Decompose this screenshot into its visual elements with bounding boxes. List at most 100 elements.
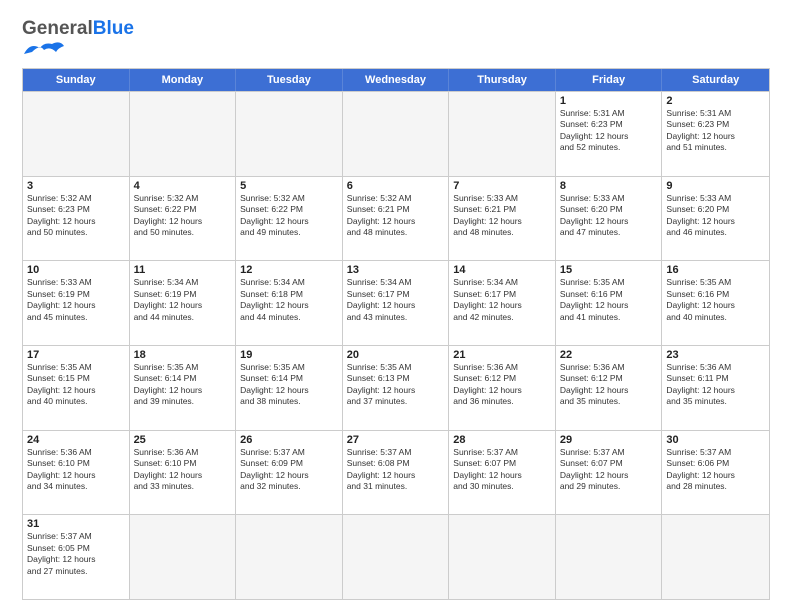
day-info: Sunrise: 5:36 AM Sunset: 6:11 PM Dayligh… [666,362,765,408]
calendar-row-3: 10Sunrise: 5:33 AM Sunset: 6:19 PM Dayli… [23,260,769,345]
day-info: Sunrise: 5:37 AM Sunset: 6:09 PM Dayligh… [240,447,338,493]
calendar-cell: 7Sunrise: 5:33 AM Sunset: 6:21 PM Daylig… [449,177,556,261]
day-info: Sunrise: 5:37 AM Sunset: 6:06 PM Dayligh… [666,447,765,493]
day-info: Sunrise: 5:37 AM Sunset: 6:07 PM Dayligh… [560,447,658,493]
logo-blue: Blue [93,18,134,40]
day-info: Sunrise: 5:35 AM Sunset: 6:15 PM Dayligh… [27,362,125,408]
day-number: 10 [27,264,125,276]
day-number: 16 [666,264,765,276]
calendar-cell: 3Sunrise: 5:32 AM Sunset: 6:23 PM Daylig… [23,177,130,261]
calendar-cell: 22Sunrise: 5:36 AM Sunset: 6:12 PM Dayli… [556,346,663,430]
calendar-cell: 29Sunrise: 5:37 AM Sunset: 6:07 PM Dayli… [556,431,663,515]
day-info: Sunrise: 5:33 AM Sunset: 6:20 PM Dayligh… [666,193,765,239]
calendar-cell: 28Sunrise: 5:37 AM Sunset: 6:07 PM Dayli… [449,431,556,515]
calendar-cell: 8Sunrise: 5:33 AM Sunset: 6:20 PM Daylig… [556,177,663,261]
day-info: Sunrise: 5:32 AM Sunset: 6:22 PM Dayligh… [134,193,232,239]
day-number: 24 [27,434,125,446]
day-number: 2 [666,95,765,107]
day-number: 12 [240,264,338,276]
day-number: 27 [347,434,445,446]
day-info: Sunrise: 5:34 AM Sunset: 6:18 PM Dayligh… [240,277,338,323]
header: General Blue [22,18,770,60]
day-header-thursday: Thursday [449,69,556,91]
day-number: 17 [27,349,125,361]
page: General Blue SundayMondayTuesdayWednesda… [0,0,792,612]
logo: General Blue [22,18,134,60]
day-info: Sunrise: 5:33 AM Sunset: 6:19 PM Dayligh… [27,277,125,323]
day-header-saturday: Saturday [662,69,769,91]
calendar-row-6: 31Sunrise: 5:37 AM Sunset: 6:05 PM Dayli… [23,514,769,599]
calendar-cell: 1Sunrise: 5:31 AM Sunset: 6:23 PM Daylig… [556,92,663,176]
day-info: Sunrise: 5:35 AM Sunset: 6:16 PM Dayligh… [560,277,658,323]
calendar-cell: 25Sunrise: 5:36 AM Sunset: 6:10 PM Dayli… [130,431,237,515]
day-number: 15 [560,264,658,276]
day-number: 29 [560,434,658,446]
day-number: 6 [347,180,445,192]
calendar-cell: 15Sunrise: 5:35 AM Sunset: 6:16 PM Dayli… [556,261,663,345]
day-header-wednesday: Wednesday [343,69,450,91]
day-info: Sunrise: 5:34 AM Sunset: 6:19 PM Dayligh… [134,277,232,323]
day-number: 22 [560,349,658,361]
day-number: 25 [134,434,232,446]
day-number: 3 [27,180,125,192]
day-number: 30 [666,434,765,446]
day-info: Sunrise: 5:35 AM Sunset: 6:16 PM Dayligh… [666,277,765,323]
calendar-row-4: 17Sunrise: 5:35 AM Sunset: 6:15 PM Dayli… [23,345,769,430]
day-info: Sunrise: 5:31 AM Sunset: 6:23 PM Dayligh… [666,108,765,154]
day-header-sunday: Sunday [23,69,130,91]
calendar-cell: 30Sunrise: 5:37 AM Sunset: 6:06 PM Dayli… [662,431,769,515]
day-info: Sunrise: 5:31 AM Sunset: 6:23 PM Dayligh… [560,108,658,154]
day-number: 14 [453,264,551,276]
day-header-tuesday: Tuesday [236,69,343,91]
calendar-cell: 31Sunrise: 5:37 AM Sunset: 6:05 PM Dayli… [23,515,130,599]
day-info: Sunrise: 5:37 AM Sunset: 6:07 PM Dayligh… [453,447,551,493]
day-info: Sunrise: 5:37 AM Sunset: 6:08 PM Dayligh… [347,447,445,493]
calendar-cell: 18Sunrise: 5:35 AM Sunset: 6:14 PM Dayli… [130,346,237,430]
calendar-cell [236,515,343,599]
day-info: Sunrise: 5:32 AM Sunset: 6:21 PM Dayligh… [347,193,445,239]
day-info: Sunrise: 5:35 AM Sunset: 6:14 PM Dayligh… [134,362,232,408]
calendar-cell: 5Sunrise: 5:32 AM Sunset: 6:22 PM Daylig… [236,177,343,261]
calendar-cell: 26Sunrise: 5:37 AM Sunset: 6:09 PM Dayli… [236,431,343,515]
calendar-body: 1Sunrise: 5:31 AM Sunset: 6:23 PM Daylig… [23,91,769,599]
calendar-cell: 10Sunrise: 5:33 AM Sunset: 6:19 PM Dayli… [23,261,130,345]
calendar-cell: 20Sunrise: 5:35 AM Sunset: 6:13 PM Dayli… [343,346,450,430]
calendar-cell: 4Sunrise: 5:32 AM Sunset: 6:22 PM Daylig… [130,177,237,261]
day-number: 5 [240,180,338,192]
day-number: 7 [453,180,551,192]
calendar-cell [23,92,130,176]
calendar-cell [662,515,769,599]
calendar-cell [449,92,556,176]
calendar-cell: 11Sunrise: 5:34 AM Sunset: 6:19 PM Dayli… [130,261,237,345]
calendar-cell: 6Sunrise: 5:32 AM Sunset: 6:21 PM Daylig… [343,177,450,261]
calendar-cell [449,515,556,599]
day-number: 31 [27,518,125,530]
day-header-monday: Monday [130,69,237,91]
calendar-header: SundayMondayTuesdayWednesdayThursdayFrid… [23,69,769,91]
day-number: 20 [347,349,445,361]
calendar-cell: 12Sunrise: 5:34 AM Sunset: 6:18 PM Dayli… [236,261,343,345]
day-info: Sunrise: 5:35 AM Sunset: 6:14 PM Dayligh… [240,362,338,408]
logo-bird-icon [22,40,66,60]
day-info: Sunrise: 5:33 AM Sunset: 6:20 PM Dayligh… [560,193,658,239]
calendar-cell [343,92,450,176]
calendar: SundayMondayTuesdayWednesdayThursdayFrid… [22,68,770,600]
calendar-cell: 9Sunrise: 5:33 AM Sunset: 6:20 PM Daylig… [662,177,769,261]
day-info: Sunrise: 5:35 AM Sunset: 6:13 PM Dayligh… [347,362,445,408]
calendar-cell: 2Sunrise: 5:31 AM Sunset: 6:23 PM Daylig… [662,92,769,176]
day-number: 11 [134,264,232,276]
day-number: 9 [666,180,765,192]
logo-general: General [22,18,93,40]
calendar-cell: 27Sunrise: 5:37 AM Sunset: 6:08 PM Dayli… [343,431,450,515]
calendar-cell: 23Sunrise: 5:36 AM Sunset: 6:11 PM Dayli… [662,346,769,430]
calendar-cell: 17Sunrise: 5:35 AM Sunset: 6:15 PM Dayli… [23,346,130,430]
day-info: Sunrise: 5:34 AM Sunset: 6:17 PM Dayligh… [347,277,445,323]
day-number: 1 [560,95,658,107]
day-info: Sunrise: 5:32 AM Sunset: 6:22 PM Dayligh… [240,193,338,239]
day-info: Sunrise: 5:34 AM Sunset: 6:17 PM Dayligh… [453,277,551,323]
day-number: 8 [560,180,658,192]
day-number: 4 [134,180,232,192]
day-number: 18 [134,349,232,361]
calendar-row-1: 1Sunrise: 5:31 AM Sunset: 6:23 PM Daylig… [23,91,769,176]
day-header-friday: Friday [556,69,663,91]
